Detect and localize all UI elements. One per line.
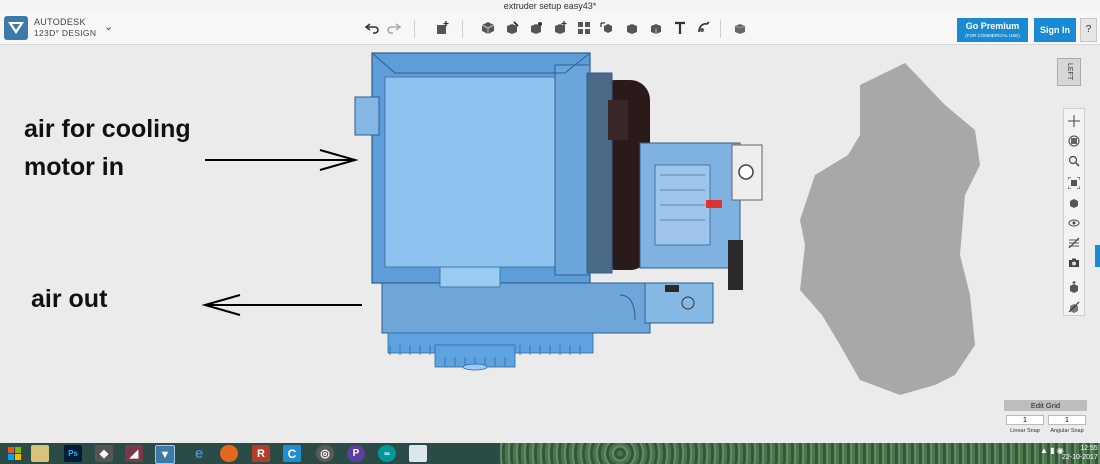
linear-snap-label: Linear Snap — [1010, 428, 1040, 434]
clock-date: 22-10-2017 — [1062, 454, 1098, 461]
pronterface-icon[interactable]: P — [347, 445, 365, 462]
model-scene — [201, 52, 980, 395]
system-tray-icons[interactable]: ▲ ▮ ◉ — [1040, 446, 1064, 455]
clock-time: 12:55 — [1080, 445, 1098, 452]
transform-icon[interactable] — [432, 18, 452, 38]
eye-icon[interactable] — [1066, 215, 1082, 231]
motor-housing — [354, 52, 591, 284]
hide-icon[interactable] — [1066, 235, 1082, 251]
snap-icon[interactable] — [694, 18, 714, 38]
toolbar-divider — [720, 20, 721, 38]
camera-icon[interactable] — [1066, 255, 1082, 271]
inkscape-icon[interactable]: ◆ — [95, 445, 113, 462]
extruder-body — [639, 142, 763, 290]
notepad-icon[interactable] — [409, 445, 427, 462]
premium-sublabel: (FOR COMMERCIAL USE) — [965, 33, 1020, 38]
annotation-arrows — [201, 149, 362, 316]
help-button[interactable]: ? — [1080, 18, 1097, 42]
sign-in-button[interactable]: Sign In — [1034, 18, 1076, 42]
taskbar-clock[interactable]: 12:55 22-10-2017 — [1062, 444, 1098, 462]
redo-icon[interactable] — [384, 18, 404, 38]
view-cube[interactable]: LEFT — [1057, 58, 1081, 86]
firefox-icon[interactable] — [220, 445, 238, 462]
primitives-icon[interactable] — [478, 18, 498, 38]
app-icon[interactable]: ◢ — [125, 445, 143, 462]
construct-icon[interactable] — [526, 18, 546, 38]
taskbar-wallpaper — [500, 443, 1100, 464]
model-shadow — [800, 63, 980, 395]
arduino-icon[interactable]: ∞ — [378, 445, 396, 462]
main-toolbar: AUTODESK 123D° DESIGN ⌄ Go Premium (FOR … — [0, 12, 1100, 45]
group-icon[interactable] — [598, 18, 618, 38]
windows-start-icon[interactable] — [6, 445, 24, 462]
annotation-motor-in: motor in — [24, 153, 124, 181]
app-menu-chevron-down-icon[interactable]: ⌄ — [104, 20, 113, 33]
material-icon[interactable] — [730, 18, 750, 38]
annotation-air-cooling: air for cooling — [24, 115, 191, 143]
perspective-icon[interactable] — [1066, 195, 1082, 211]
cura-icon[interactable]: C — [283, 445, 301, 462]
angular-snap-label: Angular Snap — [1050, 428, 1084, 434]
navigation-bar — [1063, 108, 1085, 316]
fit-icon[interactable] — [1066, 175, 1082, 191]
window-title: extruder setup easy43* — [0, 0, 1100, 12]
windows-taskbar: Ps ◆ ◢ ▼ e R C ◎ P ∞ ▲ ▮ ◉ 12:55 22-10-2… — [0, 443, 1100, 464]
annotation-air-out: air out — [31, 285, 108, 313]
pattern-icon[interactable] — [574, 18, 594, 38]
internet-explorer-icon[interactable]: e — [190, 445, 208, 462]
toolbar-divider — [414, 20, 415, 38]
linear-snap-input[interactable]: 1 — [1006, 415, 1044, 425]
brand-product: 123D° DESIGN — [34, 28, 97, 38]
app-logo-icon[interactable] — [4, 16, 28, 40]
brand-company: AUTODESK — [34, 17, 86, 27]
premium-label: Go Premium — [965, 21, 1020, 31]
text-icon[interactable] — [670, 18, 690, 38]
material-view-icon[interactable] — [1066, 279, 1082, 295]
angular-snap-input[interactable]: 1 — [1048, 415, 1086, 425]
gear-teeth — [387, 332, 594, 371]
side-panel-handle[interactable] — [1095, 245, 1100, 267]
photoshop-icon[interactable]: Ps — [64, 445, 82, 462]
openscad-icon[interactable]: ◎ — [316, 445, 334, 462]
measure-icon[interactable] — [646, 18, 666, 38]
go-premium-button[interactable]: Go Premium (FOR COMMERCIAL USE) — [957, 18, 1028, 42]
sketch-icon[interactable] — [502, 18, 522, 38]
123d-design-taskbar-icon[interactable]: ▼ — [155, 445, 175, 464]
zoom-icon[interactable] — [1066, 153, 1082, 169]
revo-icon[interactable]: R — [252, 445, 270, 462]
toolbar-divider — [462, 20, 463, 38]
orbit-icon[interactable] — [1066, 133, 1082, 149]
edit-grid-panel: Edit Grid 1 1 Linear Snap Angular Snap — [1004, 400, 1087, 436]
combine-icon[interactable] — [622, 18, 642, 38]
pan-icon[interactable] — [1066, 113, 1082, 129]
hide-sketch-icon[interactable] — [1066, 299, 1082, 315]
file-explorer-icon[interactable] — [31, 445, 49, 462]
3d-viewport[interactable]: air for cooling motor in air out — [0, 45, 1100, 445]
undo-icon[interactable] — [362, 18, 382, 38]
edit-grid-button[interactable]: Edit Grid — [1004, 400, 1087, 411]
modify-icon[interactable] — [550, 18, 570, 38]
